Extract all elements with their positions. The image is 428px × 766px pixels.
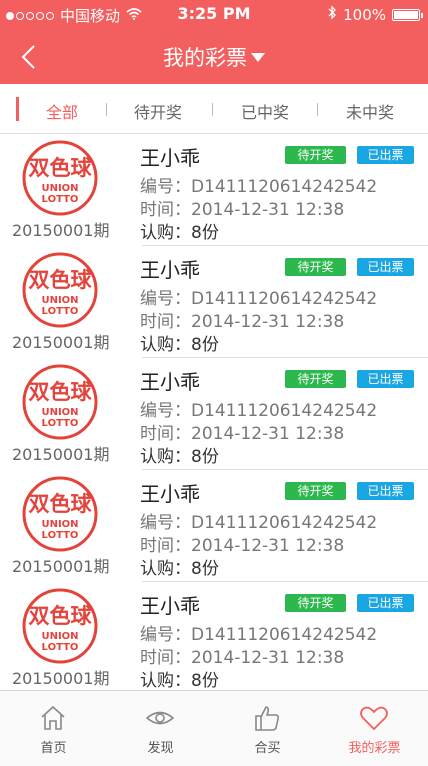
logo-cn-text: 双色球: [29, 604, 93, 628]
status-badge-pending: 待开奖: [285, 370, 346, 388]
status-badge-issued: 已出票: [357, 258, 414, 276]
status-right: 100%: [327, 5, 423, 24]
status-badge-pending: 待开奖: [285, 258, 346, 276]
tab-lost[interactable]: 未中奖: [346, 99, 394, 123]
tabbar-home[interactable]: 首页: [0, 691, 107, 766]
status-badge-issued: 已出票: [357, 482, 414, 500]
logo-en-text: UNION: [41, 519, 78, 530]
union-lotto-logo-icon: 双色球 UNION LOTTO: [22, 588, 98, 664]
bluetooth-icon: [327, 5, 337, 24]
logo-cn-text: 双色球: [29, 268, 93, 292]
logo-cn-text: 双色球: [29, 492, 93, 516]
ticket-period: 20150001期: [12, 333, 110, 352]
logo-en-text: LOTTO: [42, 418, 79, 429]
logo-en-text: UNION: [41, 183, 78, 194]
ticket-name: 王小乖: [140, 146, 200, 170]
logo-en-text: UNION: [41, 407, 78, 418]
ticket-id: 编号：D1411120614242542: [140, 513, 378, 533]
ticket-period: 20150001期: [12, 669, 110, 688]
tabbar-home-label: 首页: [40, 741, 67, 756]
union-lotto-logo-icon: 双色球 UNION LOTTO: [22, 364, 98, 440]
ticket-row[interactable]: 双色球 UNION LOTTO 20150001期 王小乖 待开奖 已出票 编号…: [0, 134, 428, 246]
ticket-id: 编号：D1411120614242542: [140, 289, 378, 309]
ticket-row[interactable]: 双色球 UNION LOTTO 20150001期 王小乖 待开奖 已出票 编号…: [0, 582, 428, 690]
page-title-text: 我的彩票: [163, 46, 247, 70]
caret-down-icon: [251, 53, 265, 62]
ticket-time: 时间：2014-12-31 12:38: [140, 312, 345, 332]
union-lotto-logo-icon: 双色球 UNION LOTTO: [22, 476, 98, 552]
ticket-row[interactable]: 双色球 UNION LOTTO 20150001期 王小乖 待开奖 已出票 编号…: [0, 246, 428, 358]
ticket-time: 时间：2014-12-31 12:38: [140, 200, 345, 220]
ticket-period: 20150001期: [12, 221, 110, 240]
logo-en-text: LOTTO: [42, 530, 79, 541]
filter-tabs: 全部 待开奖 已中奖 未中奖: [0, 84, 428, 134]
union-lotto-logo-icon: 双色球 UNION LOTTO: [22, 140, 98, 216]
logo-en-text: UNION: [41, 631, 78, 642]
tabbar-group-buy[interactable]: 合买: [214, 691, 321, 766]
status-badge-issued: 已出票: [357, 594, 414, 612]
tabbar-my-tickets-label: 我的彩票: [348, 741, 401, 756]
tab-won[interactable]: 已中奖: [241, 99, 289, 123]
tab-divider: [212, 103, 213, 116]
ticket-row[interactable]: 双色球 UNION LOTTO 20150001期 王小乖 待开奖 已出票 编号…: [0, 358, 428, 470]
battery-icon: [392, 8, 423, 21]
eye-icon: [145, 711, 175, 725]
ticket-name: 王小乖: [140, 370, 200, 394]
logo-en-text: LOTTO: [42, 306, 79, 317]
union-lotto-logo-icon: 双色球 UNION LOTTO: [22, 252, 98, 328]
battery-percent: 100%: [343, 5, 386, 24]
ticket-id: 编号：D1411120614242542: [140, 401, 378, 421]
logo-en-text: UNION: [41, 295, 78, 306]
ticket-row[interactable]: 双色球 UNION LOTTO 20150001期 王小乖 待开奖 已出票 编号…: [0, 470, 428, 582]
status-bar: 中国移动 3:25 PM 100%: [0, 0, 428, 28]
ticket-qty: 认购：8份: [140, 447, 219, 467]
tab-divider: [317, 103, 318, 116]
ticket-time: 时间：2014-12-31 12:38: [140, 536, 345, 556]
page-title[interactable]: 我的彩票: [0, 42, 428, 72]
ticket-period: 20150001期: [12, 445, 110, 464]
tabbar-discover[interactable]: 发现: [107, 691, 214, 766]
ticket-name: 王小乖: [140, 258, 200, 282]
bottom-tab-bar: 首页 发现 合买 我的彩票: [0, 690, 428, 766]
logo-cn-text: 双色球: [29, 380, 93, 404]
status-badge-pending: 待开奖: [285, 594, 346, 612]
ticket-qty: 认购：8份: [140, 559, 219, 579]
tab-pending[interactable]: 待开奖: [134, 99, 182, 123]
ticket-time: 时间：2014-12-31 12:38: [140, 648, 345, 668]
ticket-list: 双色球 UNION LOTTO 20150001期 王小乖 待开奖 已出票 编号…: [0, 134, 428, 690]
ticket-qty: 认购：8份: [140, 671, 219, 690]
status-badge-issued: 已出票: [357, 370, 414, 388]
status-badge-pending: 待开奖: [285, 146, 346, 164]
ticket-name: 王小乖: [140, 594, 200, 618]
ticket-id: 编号：D1411120614242542: [140, 625, 378, 645]
ticket-qty: 认购：8份: [140, 335, 219, 355]
tab-all[interactable]: 全部: [46, 99, 78, 123]
logo-cn-text: 双色球: [29, 156, 93, 180]
tabbar-group-buy-label: 合买: [254, 741, 281, 756]
ticket-period: 20150001期: [12, 557, 110, 576]
ticket-name: 王小乖: [140, 482, 200, 506]
logo-en-text: LOTTO: [42, 194, 79, 205]
tab-divider: [106, 103, 107, 116]
logo-en-text: LOTTO: [42, 642, 79, 653]
ticket-id: 编号：D1411120614242542: [140, 177, 378, 197]
tabbar-my-tickets[interactable]: 我的彩票: [321, 691, 428, 766]
nav-bar: 我的彩票: [0, 28, 428, 84]
status-badge-issued: 已出票: [357, 146, 414, 164]
active-tab-marker: [16, 97, 19, 121]
heart-icon: [360, 706, 388, 731]
tabbar-discover-label: 发现: [147, 741, 174, 756]
ticket-qty: 认购：8份: [140, 223, 219, 243]
thumbs-up-icon: [255, 706, 280, 731]
home-icon: [41, 705, 65, 730]
status-badge-pending: 待开奖: [285, 482, 346, 500]
ticket-time: 时间：2014-12-31 12:38: [140, 424, 345, 444]
